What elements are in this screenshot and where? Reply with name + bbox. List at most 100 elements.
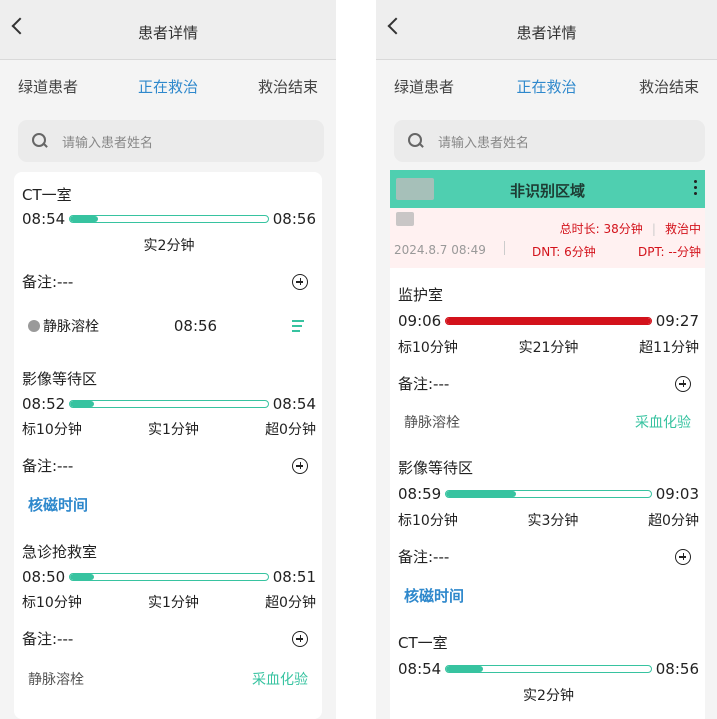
tab-green-channel[interactable]: 绿道患者 bbox=[18, 76, 78, 97]
patient-card-info: 总时长: 38分钟 | 救治中 2024.8.7 08:49 DNT: 6分钟 … bbox=[390, 208, 705, 268]
tab-green-channel[interactable]: 绿道患者 bbox=[394, 76, 454, 97]
stage-timeline: 09:06 09:27 bbox=[390, 311, 705, 331]
stage-room: 影像等待区 bbox=[22, 370, 98, 388]
note-label: 备注:--- bbox=[22, 457, 74, 475]
admit-date: 2024.8.7 08:49 bbox=[394, 243, 486, 257]
standard-duration: 标10分钟 bbox=[22, 422, 82, 438]
thrombolysis-label[interactable]: 静脉溶栓 bbox=[404, 412, 460, 432]
edit-list-icon[interactable] bbox=[291, 320, 308, 332]
zone-title: 非识别区域 bbox=[509, 182, 585, 200]
stage-stats: 标10分钟 实21分钟 超11分钟 bbox=[390, 337, 705, 357]
stage-monitoring-room: 监护室 09:06 09:27 标10分钟 实21分钟 超11分钟 备注:---… bbox=[390, 284, 705, 432]
stage-imaging-wait: 影像等待区 08:59 09:03 标10分钟 实3分钟 超0分钟 备注:---… bbox=[390, 457, 705, 606]
progress-bar bbox=[445, 665, 652, 673]
standard-duration: 标10分钟 bbox=[398, 513, 458, 529]
stage-room: CT一室 bbox=[22, 186, 72, 204]
start-time: 09:06 bbox=[398, 312, 442, 330]
patient-card-header[interactable]: 非识别区域 bbox=[390, 170, 705, 208]
treatment-time: 08:56 bbox=[173, 317, 218, 335]
stage-stats: 标10分钟 实1分钟 超0分钟 bbox=[14, 419, 322, 439]
add-note-icon[interactable] bbox=[292, 273, 308, 290]
header-bar: 患者详情 bbox=[376, 0, 717, 60]
stage-stats: 实2分钟 bbox=[390, 685, 705, 705]
search-placeholder: 请输入患者姓名 bbox=[438, 135, 530, 151]
tab-in-treatment[interactable]: 正在救治 bbox=[516, 76, 576, 97]
start-time: 08:50 bbox=[22, 568, 66, 586]
thrombolysis-label[interactable]: 静脉溶栓 bbox=[28, 669, 84, 689]
stage-timeline: 08:54 08:56 bbox=[390, 659, 705, 679]
overtime-duration: 超0分钟 bbox=[648, 513, 699, 529]
add-note-icon[interactable] bbox=[292, 630, 308, 647]
end-time: 09:03 bbox=[655, 485, 699, 503]
overtime-duration: 超0分钟 bbox=[265, 595, 316, 611]
add-note-icon[interactable] bbox=[675, 548, 691, 565]
end-time: 09:27 bbox=[655, 312, 699, 330]
end-time: 08:56 bbox=[655, 660, 699, 678]
end-time: 08:56 bbox=[272, 210, 316, 228]
actual-duration: 实1分钟 bbox=[147, 595, 199, 611]
stage-room: 急诊抢救室 bbox=[22, 543, 98, 561]
progress-fill bbox=[446, 666, 484, 672]
dpt-value: DPT: --分钟 bbox=[637, 245, 701, 259]
note-label: 备注:--- bbox=[22, 273, 74, 291]
person-icon bbox=[28, 320, 40, 332]
divider bbox=[504, 241, 505, 255]
search-placeholder: 请输入患者姓名 bbox=[62, 135, 154, 151]
note-row: 备注:--- bbox=[390, 373, 705, 394]
search-input[interactable]: 请输入患者姓名 bbox=[394, 120, 705, 162]
timeline-list: CT一室 08:54 08:56 实2分钟 备注:--- 静脉溶栓 08:56 … bbox=[14, 172, 322, 719]
total-duration: 总时长: 38分钟 bbox=[559, 222, 643, 236]
stage-room: 监护室 bbox=[398, 286, 444, 304]
progress-fill bbox=[446, 491, 516, 497]
add-note-icon[interactable] bbox=[292, 457, 308, 474]
add-note-icon[interactable] bbox=[675, 375, 691, 392]
tab-treatment-ended[interactable]: 救治结束 bbox=[258, 76, 318, 97]
blood-test-button[interactable]: 采血化验 bbox=[252, 669, 308, 689]
stage-stats: 标10分钟 实3分钟 超0分钟 bbox=[390, 510, 705, 530]
tab-in-treatment[interactable]: 正在救治 bbox=[138, 76, 198, 97]
search-icon bbox=[408, 133, 424, 149]
mri-time-link[interactable]: 核磁时间 bbox=[390, 585, 705, 606]
stage-emergency-room: 急诊抢救室 08:50 08:51 标10分钟 实1分钟 超0分钟 备注:---… bbox=[14, 541, 322, 689]
start-time: 08:59 bbox=[398, 485, 442, 503]
note-row: 备注:--- bbox=[14, 271, 322, 292]
standard-duration: 标10分钟 bbox=[22, 595, 82, 611]
stage-room: CT一室 bbox=[398, 634, 448, 652]
treatment-status: 救治中 bbox=[664, 222, 701, 236]
stage-ct-room: CT一室 08:54 08:56 实2分钟 备注:--- 静脉溶栓 08:56 bbox=[14, 184, 322, 336]
blood-test-button[interactable]: 采血化验 bbox=[635, 412, 691, 432]
right-screen: 患者详情 绿道患者 正在救治 救治结束 请输入患者姓名 非识别区域 总时长: 3… bbox=[376, 0, 717, 719]
start-time: 08:54 bbox=[398, 660, 442, 678]
actual-duration: 实1分钟 bbox=[147, 422, 199, 438]
note-row: 备注:--- bbox=[14, 455, 322, 476]
stage-timeline: 08:52 08:54 bbox=[14, 394, 322, 414]
action-row: 静脉溶栓 采血化验 bbox=[390, 412, 705, 432]
overtime-duration: 超11分钟 bbox=[639, 340, 699, 356]
start-time: 08:54 bbox=[22, 210, 66, 228]
progress-fill bbox=[70, 401, 94, 407]
search-input[interactable]: 请输入患者姓名 bbox=[18, 120, 324, 162]
dnt-value: DNT: 6分钟 bbox=[532, 245, 596, 259]
progress-bar bbox=[69, 400, 269, 408]
more-icon[interactable] bbox=[694, 180, 697, 196]
treatment-person: 静脉溶栓 bbox=[28, 316, 99, 336]
stage-timeline: 08:54 08:56 bbox=[14, 209, 322, 229]
mri-time-link[interactable]: 核磁时间 bbox=[14, 494, 322, 515]
actual-duration: 实2分钟 bbox=[143, 238, 195, 254]
end-time: 08:51 bbox=[272, 568, 316, 586]
tab-treatment-ended[interactable]: 救治结束 bbox=[639, 76, 699, 97]
treatment-row: 静脉溶栓 08:56 bbox=[14, 316, 322, 336]
search-icon bbox=[32, 133, 48, 149]
note-row: 备注:--- bbox=[390, 546, 705, 567]
total-status-row: 总时长: 38分钟 | 救治中 bbox=[559, 222, 701, 236]
stage-ct-room: CT一室 08:54 08:56 实2分钟 bbox=[390, 632, 705, 705]
progress-fill bbox=[446, 318, 651, 324]
page-title: 患者详情 bbox=[137, 24, 198, 42]
stage-stats: 标10分钟 实1分钟 超0分钟 bbox=[14, 592, 322, 612]
note-label: 备注:--- bbox=[398, 375, 450, 393]
actual-duration: 实21分钟 bbox=[518, 340, 579, 356]
stage-stats: 实2分钟 bbox=[14, 235, 322, 255]
progress-bar bbox=[445, 490, 652, 498]
stage-room: 影像等待区 bbox=[398, 459, 474, 477]
start-time: 08:52 bbox=[22, 395, 66, 413]
